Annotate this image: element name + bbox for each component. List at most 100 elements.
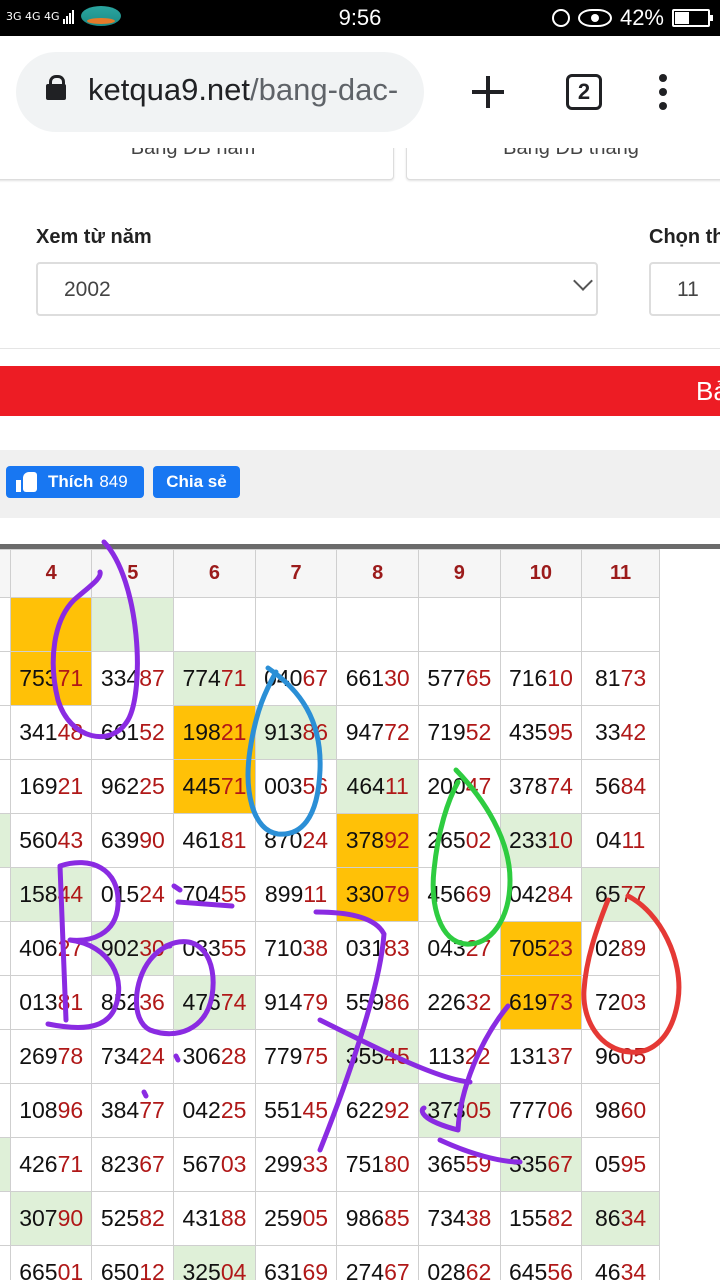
result-leading-digits: 719	[427, 719, 466, 745]
table-row: 6410896384770422555145622923730577706986…	[0, 1083, 660, 1138]
from-year-select[interactable]: 2002	[36, 262, 598, 316]
result-cell: 0289	[581, 921, 660, 976]
result-cell	[91, 597, 175, 652]
new-tab-plus-icon[interactable]	[468, 72, 508, 112]
result-last-two-digits: 95	[620, 1151, 647, 1177]
result-cell: 64	[0, 1083, 11, 1138]
result-last-two-digits: 59	[465, 1151, 492, 1177]
result-cell: 23310	[499, 813, 583, 868]
url-text[interactable]: ketqua9.net/bang-dac-	[88, 72, 418, 108]
result-cell: 44571	[173, 759, 256, 814]
result-cell: 27467	[336, 1245, 419, 1280]
social-bar: Thích 849 Chia sẻ	[0, 450, 720, 518]
like-label: Thích	[48, 472, 94, 491]
result-cell: 33079	[336, 867, 419, 922]
result-last-two-digits: 22	[464, 1043, 491, 1069]
result-leading-digits: 013	[19, 989, 58, 1015]
result-leading-digits: 003	[264, 773, 303, 799]
result-leading-digits: 899	[264, 881, 304, 907]
result-leading-digits: 198	[182, 719, 221, 745]
result-leading-digits: 131	[508, 1043, 548, 1069]
result-leading-digits: 33	[595, 719, 621, 745]
result-last-two-digits: 62	[465, 1259, 492, 1280]
red-bar-text: Bả	[696, 376, 720, 406]
result-last-two-digits: 25	[220, 1097, 247, 1123]
result-leading-digits: 445	[182, 773, 221, 799]
result-cell: 43188	[173, 1191, 256, 1246]
result-last-two-digits: 44	[57, 881, 84, 907]
result-last-two-digits: 74	[547, 773, 573, 799]
result-cell	[581, 597, 660, 652]
table-row: 1975371334877747104067661305776571610817…	[0, 651, 660, 706]
result-cell: 87024	[254, 813, 338, 868]
red-action-bar[interactable]: Bả	[0, 366, 720, 416]
tab-yearly-table[interactable]: Bảng ĐB năm	[0, 148, 394, 180]
result-leading-digits: 559	[345, 989, 385, 1015]
result-last-two-digits: 82	[139, 1205, 165, 1231]
result-cell: 55145	[254, 1083, 338, 1138]
result-last-two-digits: 48	[57, 719, 84, 745]
overflow-menu-icon[interactable]	[657, 74, 669, 114]
result-last-two-digits: 78	[57, 1043, 84, 1069]
address-bar[interactable]: ketqua9.net/bang-dac-	[16, 52, 424, 132]
result-last-two-digits: 84	[547, 881, 573, 907]
result-leading-digits: 031	[345, 935, 385, 961]
result-last-two-digits: 02	[465, 827, 492, 853]
result-cell: 11	[0, 813, 11, 868]
column-header: 7	[254, 549, 338, 598]
special-prize-table: 4567891011 51197537133487774710406766130…	[0, 549, 660, 1280]
result-last-two-digits: 92	[384, 827, 410, 853]
result-cell: 52582	[91, 1191, 175, 1246]
result-last-two-digits: 45	[384, 1043, 410, 1069]
result-cell: 42	[0, 975, 11, 1030]
result-last-two-digits: 04	[220, 1259, 247, 1280]
lock-icon[interactable]	[46, 75, 66, 100]
result-leading-digits: 645	[508, 1259, 548, 1280]
result-leading-digits: 335	[508, 1151, 548, 1177]
result-last-two-digits: 06	[547, 1097, 573, 1123]
result-last-two-digits: 92	[384, 1097, 410, 1123]
result-cell: 30628	[173, 1029, 256, 1084]
result-leading-digits: 86	[595, 1205, 621, 1231]
result-cell: 30790	[9, 1191, 93, 1246]
result-last-two-digits: 86	[384, 989, 410, 1015]
tab-switcher-button[interactable]: 2	[566, 74, 602, 110]
result-cell: 3342	[581, 705, 660, 760]
facebook-like-button[interactable]: Thích 849	[6, 466, 144, 498]
result-cell: 91386	[254, 705, 338, 760]
tab-monthly-table[interactable]: Bảng ĐB tháng	[406, 148, 720, 180]
result-cell: 46181	[173, 813, 256, 868]
result-leading-digits: 426	[19, 1151, 58, 1177]
result-leading-digits: 015	[100, 881, 140, 907]
result-last-two-digits: 10	[547, 665, 573, 691]
result-leading-digits: 259	[264, 1205, 303, 1231]
result-last-two-digits: 25	[139, 773, 165, 799]
result-last-two-digits: 75	[302, 1043, 329, 1069]
choose-month-value: 11	[677, 278, 699, 301]
result-cell: 32504	[173, 1245, 256, 1280]
result-leading-digits: 704	[182, 881, 221, 907]
facebook-share-button[interactable]: Chia sẻ	[153, 466, 240, 498]
column-header: 6	[173, 549, 256, 598]
result-leading-digits: 619	[508, 989, 548, 1015]
table-row: 1816921962254457100356464112004737874568…	[0, 759, 660, 814]
table-row: 7242671823675670329933751803655933567059…	[0, 1137, 660, 1192]
result-leading-digits: 365	[427, 1151, 466, 1177]
result-cell: 71610	[499, 651, 583, 706]
result-leading-digits: 622	[345, 1097, 385, 1123]
result-last-two-digits: 55	[220, 935, 247, 961]
result-last-two-digits: 81	[220, 827, 247, 853]
result-leading-digits: 710	[264, 935, 303, 961]
result-cell: 00356	[254, 759, 338, 814]
table-row: 3440627902300335571038031830432770523028…	[0, 921, 660, 976]
result-leading-digits: 431	[182, 1205, 221, 1231]
result-last-two-digits: 86	[302, 719, 329, 745]
section-divider	[0, 348, 720, 349]
result-leading-digits: 661	[345, 665, 385, 691]
result-last-two-digits: 90	[57, 1205, 84, 1231]
choose-month-select[interactable]: 11	[649, 262, 720, 316]
result-cell: 75180	[336, 1137, 419, 1192]
result-leading-digits: 04	[595, 827, 622, 853]
result-last-two-digits: 80	[384, 1151, 410, 1177]
result-cell: 04225	[173, 1083, 256, 1138]
